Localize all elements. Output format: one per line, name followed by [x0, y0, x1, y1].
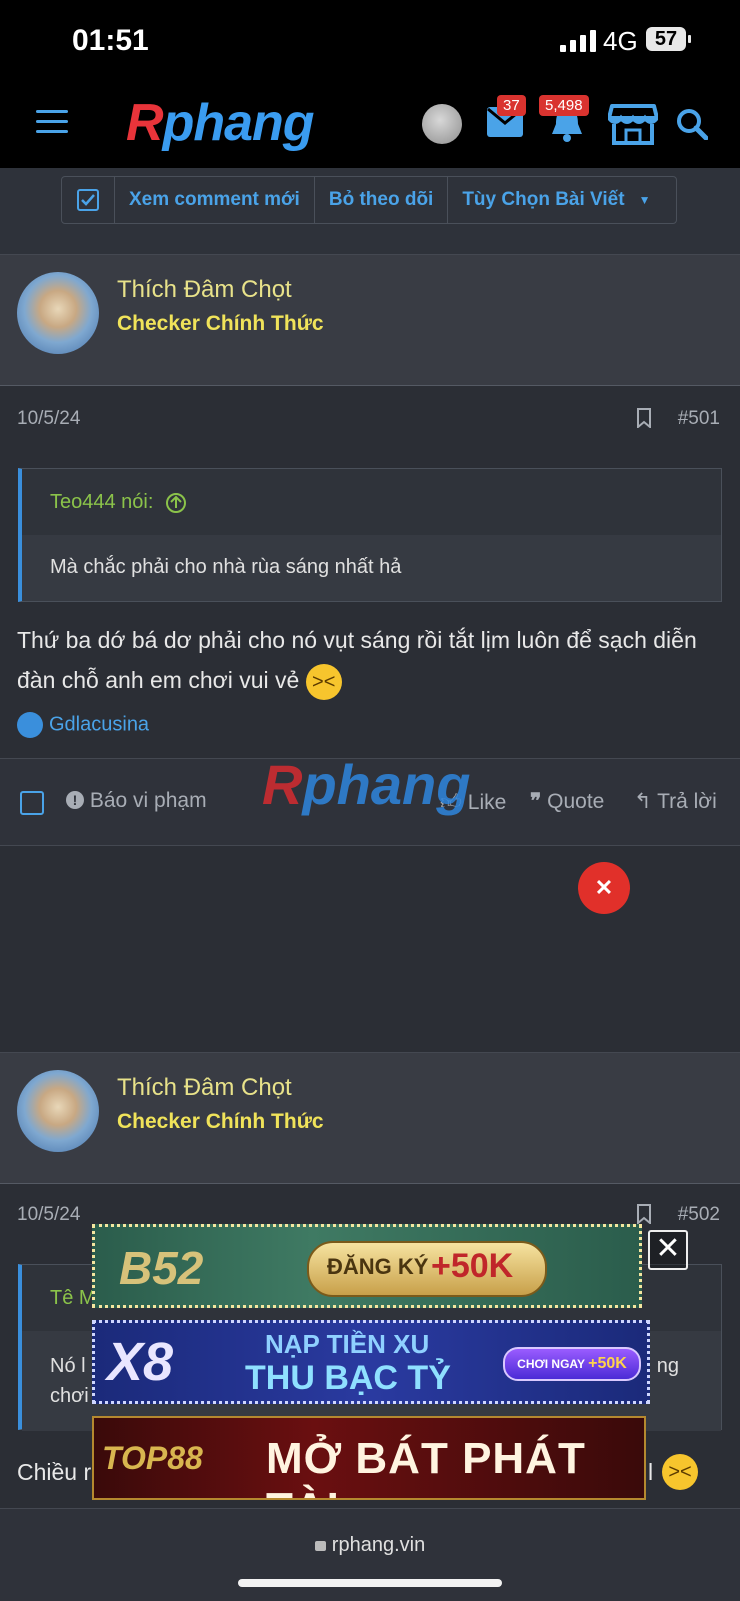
- bookmark-icon[interactable]: [636, 408, 652, 428]
- reaction-bar[interactable]: Gdlacusina: [17, 712, 149, 738]
- like-label: Like: [467, 791, 507, 814]
- quote-block: Teo444 nói: Mà chắc phải cho nhà rùa sán…: [18, 468, 722, 602]
- quote-icon: ❞: [530, 790, 542, 813]
- user-avatar[interactable]: [17, 272, 99, 354]
- post-date[interactable]: 10/5/24: [17, 408, 80, 430]
- quote-label: Quote: [547, 790, 605, 813]
- reaction-user[interactable]: Gdlacusina: [49, 713, 149, 735]
- report-label: Báo vi phạm: [89, 789, 207, 812]
- status-time: 01:51: [72, 24, 149, 57]
- bookmark-icon[interactable]: [636, 1204, 652, 1224]
- thread-options-label: Tùy Chọn Bài Viết: [462, 189, 625, 210]
- ad-brand: X8: [107, 1332, 174, 1392]
- post-user-header: [0, 254, 740, 386]
- post-select-checkbox[interactable]: [20, 791, 44, 815]
- laughing-emoji-icon: ><: [305, 663, 342, 700]
- checkbox-checked-icon: [77, 189, 99, 211]
- close-ad-button[interactable]: ✕: [578, 862, 630, 914]
- username[interactable]: Thích Đâm Chọt: [117, 1074, 292, 1102]
- thread-options-dropdown[interactable]: Tùy Chọn Bài Viết ▼: [448, 177, 664, 223]
- quote-button[interactable]: ❞ Quote: [530, 789, 604, 814]
- user-avatar[interactable]: [17, 1070, 99, 1152]
- ad-text: ĐĂNG KÝ: [327, 1254, 429, 1279]
- ad-bonus: +50K: [431, 1247, 514, 1285]
- report-button[interactable]: ! Báo vi phạm: [66, 789, 207, 813]
- ad-banner-b52[interactable]: B52 ĐĂNG KÝ +50K: [92, 1224, 642, 1308]
- caret-down-icon: ▼: [638, 193, 651, 207]
- lock-icon: [314, 1541, 326, 1551]
- select-all-checkbox[interactable]: [62, 177, 115, 223]
- post-user-header: [0, 1052, 740, 1184]
- store-icon[interactable]: [608, 102, 658, 146]
- ad-text: MỞ BÁT PHÁT TÀI: [266, 1434, 586, 1498]
- close-ads-button[interactable]: ✕: [648, 1230, 688, 1270]
- site-logo[interactable]: Rphang: [126, 93, 315, 153]
- new-comments-button[interactable]: Xem comment mới: [115, 177, 315, 223]
- username[interactable]: Thích Đâm Chọt: [117, 276, 292, 304]
- post-body-text: Chiều r: [17, 1459, 92, 1485]
- network-type: 4G: [603, 26, 638, 56]
- reply-arrow-icon: ↰: [634, 790, 652, 813]
- post-date[interactable]: 10/5/24: [17, 1204, 80, 1226]
- laughing-emoji-icon: ><: [662, 1454, 698, 1490]
- battery-icon: 57: [646, 27, 691, 51]
- arrow-up-circle-icon[interactable]: [165, 492, 187, 514]
- ad-cta-pill: CHƠI NGAY +50K: [503, 1347, 641, 1381]
- ad-text: NẠP TIỀN XU: [265, 1329, 430, 1359]
- ad-brand: B52: [119, 1242, 204, 1294]
- search-icon[interactable]: [676, 108, 708, 140]
- warning-icon: !: [66, 791, 84, 809]
- reply-label: Trả lời: [657, 790, 717, 813]
- signal-icon: [560, 30, 596, 52]
- url-bar[interactable]: rphang.vin: [0, 1534, 740, 1557]
- quote-text-line: ng: [656, 1355, 679, 1377]
- ad-banner-x8[interactable]: X8 NẠP TIỀN XU THU BẠC TỶ CHƠI NGAY +50K: [92, 1320, 650, 1404]
- post-body-text: l: [648, 1459, 654, 1485]
- hamburger-menu-icon[interactable]: [36, 110, 68, 136]
- quote-author-label: Teo444 nói:: [50, 491, 154, 513]
- quote-text: Mà chắc phải cho nhà rùa sáng nhất hả: [22, 535, 721, 601]
- user-title: Checker Chính Thức: [117, 312, 324, 335]
- user-title: Checker Chính Thức: [117, 1110, 324, 1133]
- ad-text: THU BẠC TỶ: [245, 1359, 451, 1397]
- ad-placeholder: [0, 846, 740, 1052]
- quote-author[interactable]: Teo444 nói:: [22, 469, 721, 535]
- post-body: Thứ ba dớ bá dơ phải cho nó vụt sáng rồi…: [17, 620, 717, 700]
- account-avatar[interactable]: [422, 104, 462, 144]
- url-text: rphang.vin: [331, 1534, 426, 1556]
- post-body-text: Thứ ba dớ bá dơ phải cho nó vụt sáng rồi…: [17, 627, 697, 693]
- ad-banner-top88[interactable]: TOP88 MỞ BÁT PHÁT TÀI: [92, 1416, 646, 1500]
- post-number[interactable]: #501: [678, 408, 720, 430]
- post-number[interactable]: #502: [678, 1204, 720, 1226]
- ad-brand: TOP88: [102, 1440, 203, 1476]
- status-bar: 01:51 4G 57: [0, 0, 740, 80]
- messages-badge: 37: [497, 95, 526, 116]
- rphang-watermark-logo: Rphang: [262, 753, 471, 816]
- thumbs-up-icon: [17, 712, 43, 738]
- alerts-badge: 5,498: [539, 95, 589, 116]
- home-indicator[interactable]: [238, 1579, 502, 1587]
- reply-button[interactable]: ↰ Trả lời: [634, 789, 717, 814]
- unwatch-button[interactable]: Bỏ theo dõi: [315, 177, 449, 223]
- thread-tools-group: Xem comment mới Bỏ theo dõi Tùy Chọn Bài…: [61, 176, 677, 224]
